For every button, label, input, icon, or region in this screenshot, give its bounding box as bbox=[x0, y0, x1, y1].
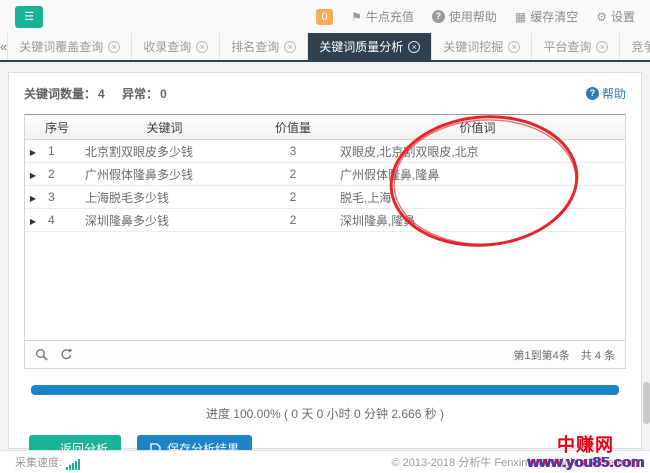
row-index: 2 bbox=[41, 167, 73, 181]
tab-label: 关键词质量分析 bbox=[319, 38, 403, 55]
row-value-count: 2 bbox=[256, 190, 330, 204]
tab-keyword-quality-analysis[interactable]: 关键词质量分析 × bbox=[308, 33, 432, 60]
top-toolbar: ☰ 0 ⚑ 牛点充值 ? 使用帮助 ▦ 缓存清空 ⚙ 设置 bbox=[0, 0, 650, 33]
status-bar: 采集速度: © 2013-2018 分析牛 Fenxiniu All Right… bbox=[0, 450, 650, 473]
close-tab-icon[interactable]: × bbox=[508, 41, 520, 53]
tab-label: 竞争对手分析 bbox=[631, 38, 650, 55]
column-header-value-words: 价值词 bbox=[330, 119, 625, 136]
close-tab-icon[interactable]: × bbox=[408, 41, 420, 53]
clear-cache-icon: ▦ bbox=[515, 10, 526, 24]
speed-label: 采集速度: bbox=[15, 454, 62, 470]
hamburger-icon: ☰ bbox=[24, 11, 34, 23]
pagination-info: 第1到第4条 共 4 条 bbox=[514, 347, 615, 363]
row-value-count: 2 bbox=[256, 167, 330, 181]
search-icon[interactable] bbox=[35, 348, 48, 361]
double-chevron-left-icon: « bbox=[0, 39, 7, 54]
app-window: ☰ 0 ⚑ 牛点充值 ? 使用帮助 ▦ 缓存清空 ⚙ 设置 « bbox=[0, 0, 650, 473]
tab-inclusion-query[interactable]: 收录查询 × bbox=[132, 33, 220, 60]
clear-cache-button[interactable]: ▦ 缓存清空 bbox=[515, 8, 578, 25]
tab-label: 平台查询 bbox=[543, 38, 591, 55]
main-panel: 关键词数量：4 异常：0 ? 帮助 序号 关键词 价值量 价值词 ▶ 1 北京割… bbox=[8, 72, 642, 449]
help-link[interactable]: ? 帮助 bbox=[586, 85, 626, 102]
column-header-value-count: 价值量 bbox=[256, 119, 330, 136]
progress-text: 进度 100.00% ( 0 天 0 小时 0 分钟 2.666 秒 ) bbox=[31, 405, 619, 422]
table-row[interactable]: ▶ 3 上海脱毛多少钱 2 脱毛,上海 bbox=[25, 186, 625, 209]
row-index: 1 bbox=[41, 144, 73, 158]
table-empty-area bbox=[25, 232, 625, 340]
table-row[interactable]: ▶ 4 深圳隆鼻多少钱 2 深圳隆鼻,隆鼻 bbox=[25, 209, 625, 232]
flag-icon: ⚑ bbox=[351, 10, 362, 24]
clear-cache-label: 缓存清空 bbox=[530, 8, 578, 25]
expand-row-icon[interactable]: ▶ bbox=[30, 194, 36, 203]
table-row[interactable]: ▶ 2 广州假体隆鼻多少钱 2 广州假体隆鼻,隆鼻 bbox=[25, 163, 625, 186]
table-header: 序号 关键词 价值量 价值词 bbox=[25, 115, 625, 140]
tab-bar: « 关键词覆盖查询 × 收录查询 × 排名查询 × 关键词质量分析 × 关键词挖… bbox=[0, 33, 650, 62]
help-link-label: 帮助 bbox=[602, 85, 626, 102]
tab-ranking-query[interactable]: 排名查询 × bbox=[220, 33, 308, 60]
help-button-label: 使用帮助 bbox=[449, 8, 497, 25]
tab-keyword-coverage-query[interactable]: 关键词覆盖查询 × bbox=[8, 33, 132, 60]
close-tab-icon[interactable]: × bbox=[196, 41, 208, 53]
recharge-button[interactable]: ⚑ 牛点充值 bbox=[351, 8, 414, 25]
row-value-words: 脱毛,上海 bbox=[330, 189, 625, 206]
signal-bars-icon bbox=[66, 459, 80, 470]
topbar-right-group: 0 ⚑ 牛点充值 ? 使用帮助 ▦ 缓存清空 ⚙ 设置 bbox=[316, 8, 635, 25]
keyword-count-value: 4 bbox=[98, 87, 105, 101]
tab-platform-query[interactable]: 平台查询 × bbox=[532, 33, 620, 60]
abnormal-label: 异常： bbox=[122, 87, 158, 101]
expand-row-icon[interactable]: ▶ bbox=[30, 148, 36, 157]
tab-label: 关键词覆盖查询 bbox=[19, 38, 103, 55]
expand-row-icon[interactable]: ▶ bbox=[30, 171, 36, 180]
progress-bar bbox=[31, 385, 619, 395]
question-circle-icon: ? bbox=[586, 87, 599, 100]
row-keyword: 广州假体隆鼻多少钱 bbox=[73, 166, 256, 183]
expand-row-icon[interactable]: ▶ bbox=[30, 217, 36, 226]
refresh-icon[interactable] bbox=[60, 348, 73, 361]
tab-label: 关键词挖掘 bbox=[443, 38, 503, 55]
notification-badge[interactable]: 0 bbox=[316, 9, 333, 25]
collection-speed: 采集速度: bbox=[15, 454, 80, 470]
settings-icon: ⚙ bbox=[596, 10, 607, 24]
row-index: 3 bbox=[41, 190, 73, 204]
keyword-stats: 关键词数量：4 异常：0 bbox=[24, 85, 181, 102]
table-footer: 第1到第4条 共 4 条 bbox=[25, 340, 625, 368]
row-value-words: 广州假体隆鼻,隆鼻 bbox=[330, 166, 625, 183]
recharge-label: 牛点充值 bbox=[366, 8, 414, 25]
row-value-count: 3 bbox=[256, 144, 330, 158]
progress-section: 进度 100.00% ( 0 天 0 小时 0 分钟 2.666 秒 ) bbox=[31, 385, 619, 422]
row-keyword: 深圳隆鼻多少钱 bbox=[73, 212, 256, 229]
tab-competitor-analysis[interactable]: 竞争对手分析 × bbox=[620, 33, 650, 60]
copyright-text: © 2013-2018 分析牛 Fenxiniu All Rights Rese… bbox=[392, 454, 636, 470]
row-keyword: 北京割双眼皮多少钱 bbox=[73, 143, 256, 160]
results-table: 序号 关键词 价值量 价值词 ▶ 1 北京割双眼皮多少钱 3 双眼皮,北京割双眼… bbox=[24, 114, 626, 369]
vertical-scrollbar-thumb[interactable] bbox=[643, 382, 650, 424]
close-tab-icon[interactable]: × bbox=[596, 41, 608, 53]
question-icon: ? bbox=[432, 10, 445, 23]
column-header-keyword: 关键词 bbox=[73, 119, 256, 136]
scroll-tabs-left-button[interactable]: « bbox=[0, 33, 8, 60]
row-value-words: 双眼皮,北京割双眼皮,北京 bbox=[330, 143, 625, 160]
hamburger-menu-button[interactable]: ☰ bbox=[15, 6, 43, 28]
settings-label: 设置 bbox=[611, 8, 635, 25]
column-header-index: 序号 bbox=[41, 119, 73, 136]
row-value-count: 2 bbox=[256, 213, 330, 227]
close-tab-icon[interactable]: × bbox=[284, 41, 296, 53]
table-row[interactable]: ▶ 1 北京割双眼皮多少钱 3 双眼皮,北京割双眼皮,北京 bbox=[25, 140, 625, 163]
tab-label: 收录查询 bbox=[143, 38, 191, 55]
abnormal-value: 0 bbox=[160, 87, 167, 101]
stats-row: 关键词数量：4 异常：0 ? 帮助 bbox=[9, 73, 641, 110]
settings-button[interactable]: ⚙ 设置 bbox=[596, 8, 635, 25]
tab-keyword-mining[interactable]: 关键词挖掘 × bbox=[432, 33, 532, 60]
help-button[interactable]: ? 使用帮助 bbox=[432, 8, 497, 25]
close-tab-icon[interactable]: × bbox=[108, 41, 120, 53]
row-index: 4 bbox=[41, 213, 73, 227]
row-value-words: 深圳隆鼻,隆鼻 bbox=[330, 212, 625, 229]
keyword-count-label: 关键词数量： bbox=[24, 87, 96, 101]
row-keyword: 上海脱毛多少钱 bbox=[73, 189, 256, 206]
tab-label: 排名查询 bbox=[231, 38, 279, 55]
